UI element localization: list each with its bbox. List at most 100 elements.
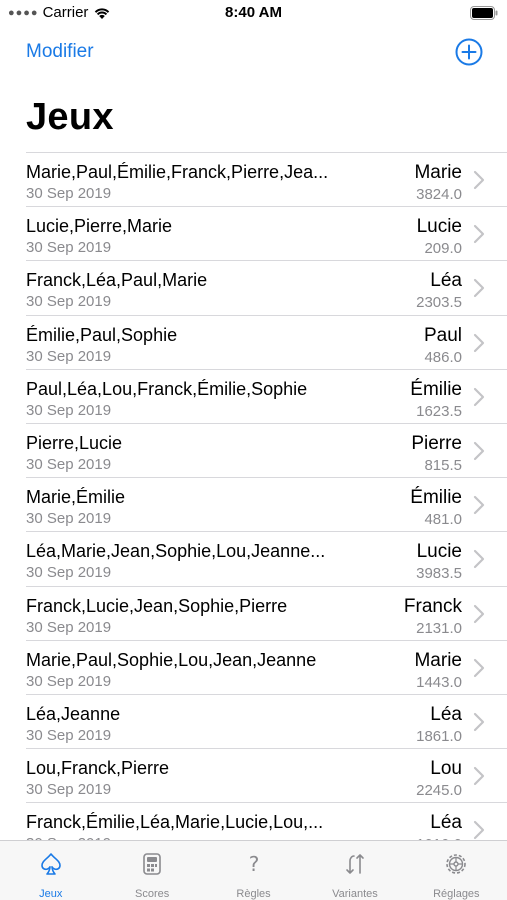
page-title: Jeux [26,96,114,138]
tab-bar: Jeux Scores? Règles Variantes Réglages [0,840,507,900]
game-players: Marie,Paul,Émilie,Franck,Pierre,Jea... [26,162,329,182]
game-winner: Franck [403,595,462,617]
game-players: Franck,Lucie,Jean,Sophie,Pierre [26,595,288,616]
game-row[interactable]: Léa,Jeanne 30 Sep 2019 Léa 1861.0 [26,693,507,748]
games-list[interactable]: Marie,Paul,Émilie,Franck,Pierre,Jea... 30… [26,152,507,840]
game-row[interactable]: Émilie,Paul,Sophie 30 Sep 2019 Paul 486.0 [26,314,507,369]
chevron-right-icon [473,712,485,731]
game-row[interactable]: Franck,Lucie,Jean,Sophie,Pierre 30 Sep 20… [26,585,507,640]
game-date: 30 Sep 2019 [26,726,112,744]
game-winner: Léa [430,703,462,725]
game-players: Léa,Marie,Jean,Sophie,Lou,Jeanne... [26,541,326,562]
game-date: 30 Sep 2019 [26,347,112,365]
game-winner: Lucie [416,541,462,563]
game-winner: Émilie [410,378,462,400]
game-score: 481.0 [424,511,462,529]
tab-label: Règles [236,888,271,900]
tab-variantes[interactable]: Variantes [304,841,405,900]
game-winner: Marie [414,649,462,671]
game-winner: Lou [430,758,462,780]
game-score: 486.0 [424,348,462,366]
tab-label: Jeux [39,888,63,900]
game-row[interactable]: Lucie,Pierre,Marie 30 Sep 2019 Lucie 209.0 [26,206,507,260]
gear-icon [443,851,469,882]
game-score: 2245.0 [416,782,462,800]
game-winner: Marie [414,162,462,183]
edit-button[interactable]: Modifier [26,41,94,63]
game-date: 30 Sep 2019 [26,564,112,582]
game-players: Paul,Léa,Lou,Franck,Émilie,Sophie [26,378,308,399]
tab-label: Variantes [332,888,378,900]
chevron-right-icon [473,441,485,461]
game-score: 209.0 [424,240,462,258]
game-date: 30 Sep 2019 [26,455,112,473]
game-players: Lou,Franck,Pierre [26,758,170,779]
chevron-right-icon [473,279,485,298]
game-winner: Émilie [410,487,462,509]
game-date: 30 Sep 2019 [26,672,112,690]
game-score: 2303.5 [416,294,462,312]
chevron-right-icon [473,333,485,352]
game-players: Pierre,Lucie [26,432,123,453]
chevron-right-icon [473,766,485,786]
battery-icon [470,6,498,20]
chevron-right-icon [473,496,485,515]
spade-icon [38,851,64,882]
game-winner: Léa [430,812,462,834]
game-score: 2131.0 [416,619,462,637]
game-score: 1443.0 [416,673,462,691]
game-winner: Paul [423,324,462,346]
game-players: Émilie,Paul,Sophie [26,324,178,345]
game-date: 30 Sep 2019 [26,781,112,799]
chevron-right-icon [473,550,485,569]
tab-scores[interactable]: Scores [101,841,202,900]
game-row[interactable]: Marie,Paul,Émilie,Franck,Pierre,Jea... 30… [26,152,507,206]
fork-arrows-icon [342,851,368,882]
game-score: 1861.0 [416,727,462,745]
tab-label: Scores [134,888,170,900]
game-score: 3824.0 [416,186,462,203]
game-score: 3983.5 [416,565,462,583]
game-players: Lucie,Pierre,Marie [26,216,173,237]
game-row[interactable]: Marie,Paul,Sophie,Lou,Jean,Jeanne 30 Sep … [26,639,507,694]
game-date: 30 Sep 2019 [26,239,112,257]
game-row[interactable]: Marie,Émilie 30 Sep 2019 Émilie 481.0 [26,477,507,531]
status-bar: ●●●● Carrier 8:40 AM [0,0,507,28]
game-row[interactable]: Franck,Léa,Paul,Marie 30 Sep 2019 Léa 2303.… [26,260,507,314]
game-players: Franck,Léa,Paul,Marie [26,270,208,291]
game-row[interactable]: Pierre,Lucie 30 Sep 2019 Pierre 815.5 [26,422,507,477]
svg-text:?: ? [248,852,259,876]
game-score: 815.5 [424,456,462,474]
navigation-bar: Modifier [0,32,507,76]
game-winner: Lucie [416,216,462,238]
question-icon: ? [241,851,267,882]
game-players: Marie,Paul,Sophie,Lou,Jean,Jeanne [26,649,317,670]
game-row[interactable]: Lou,Franck,Pierre 30 Sep 2019 Lou 2245.0 [26,748,507,802]
chevron-right-icon [473,387,485,406]
game-date: 30 Sep 2019 [26,510,112,528]
game-score: 1623.5 [416,402,462,420]
game-players: Léa,Jeanne [26,703,121,724]
tab-règles[interactable]: ? Règles [203,841,304,900]
add-game-button[interactable] [455,38,483,66]
chevron-right-icon [473,225,485,244]
scoreboard-icon [139,851,165,882]
game-date: 30 Sep 2019 [26,185,112,202]
game-row[interactable]: Franck,Émilie,Léa,Marie,Lucie,Lou,...30 … [26,802,507,840]
chevron-right-icon [473,170,485,190]
game-row[interactable]: Paul,Léa,Lou,Franck,Émilie,Sophie 30 Sep … [26,368,507,423]
status-time: 8:40 AM [225,4,282,21]
game-date: 30 Sep 2019 [26,401,112,419]
tab-jeux[interactable]: Jeux [0,841,101,900]
game-date: 30 Sep 2019 [26,618,112,636]
game-winner: Pierre [411,432,462,454]
chevron-right-icon [473,821,485,840]
game-row[interactable]: Léa,Marie,Jean,Sophie,Lou,Jeanne... 30 Se… [26,531,507,585]
game-date: 30 Sep 2019 [26,293,112,311]
chevron-right-icon [473,658,485,677]
game-players: Marie,Émilie [26,487,126,508]
game-players: Franck,Émilie,Léa,Marie,Lucie,Lou,... [26,812,324,833]
chevron-right-icon [473,604,485,623]
tab-réglages[interactable]: Réglages [406,841,507,900]
game-winner: Léa [430,270,462,292]
